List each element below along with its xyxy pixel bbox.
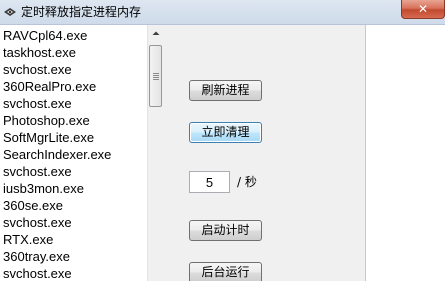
interval-seconds-input[interactable] [189, 171, 230, 193]
close-icon: ✕ [417, 2, 429, 16]
refresh-processes-button[interactable]: 刷新进程 [189, 80, 262, 101]
list-item[interactable]: svchost.exe [3, 95, 72, 112]
seconds-unit-label: / 秒 [237, 175, 257, 189]
list-item[interactable]: 360tray.exe [3, 248, 70, 265]
scroll-grip-line [153, 75, 159, 76]
list-item[interactable]: svchost.exe [3, 61, 72, 78]
scroll-grip-line [153, 73, 159, 74]
list-item[interactable]: svchost.exe [3, 214, 72, 231]
list-item[interactable]: RTX.exe [3, 231, 53, 248]
run-in-background-button[interactable]: 后台运行 [189, 262, 262, 281]
scroll-up-arrow-icon[interactable] [148, 25, 164, 42]
list-item[interactable]: 360se.exe [3, 197, 63, 214]
scroll-thumb[interactable] [149, 45, 162, 107]
app-window: 定时释放指定进程内存 ✕ RAVCpl64.exe taskhost.exe s… [0, 0, 445, 281]
list-item[interactable]: iusb3mon.exe [3, 180, 84, 197]
scroll-grip-line [153, 79, 159, 80]
right-blank-area [365, 25, 445, 281]
title-bar[interactable]: 定时释放指定进程内存 ✕ [0, 0, 445, 25]
process-listbox[interactable]: RAVCpl64.exe taskhost.exe svchost.exe 36… [0, 25, 164, 281]
list-item[interactable]: RAVCpl64.exe [3, 27, 87, 44]
list-item[interactable]: SearchIndexer.exe [3, 146, 111, 163]
clear-now-button[interactable]: 立即清理 [189, 122, 262, 143]
scroll-grip-line [153, 77, 159, 78]
list-item[interactable]: Photoshop.exe [3, 112, 90, 129]
list-item[interactable]: 360RealPro.exe [3, 78, 96, 95]
app-eye-icon [4, 8, 16, 16]
close-button[interactable]: ✕ [401, 0, 445, 19]
start-timer-button[interactable]: 启动计时 [189, 220, 262, 241]
list-item[interactable]: taskhost.exe [3, 44, 76, 61]
list-item[interactable]: svchost.exe [3, 265, 72, 281]
list-item[interactable]: svchost.exe [3, 163, 72, 180]
window-title: 定时释放指定进程内存 [21, 5, 142, 19]
list-scrollbar[interactable] [147, 25, 164, 281]
list-item[interactable]: SoftMgrLite.exe [3, 129, 94, 146]
